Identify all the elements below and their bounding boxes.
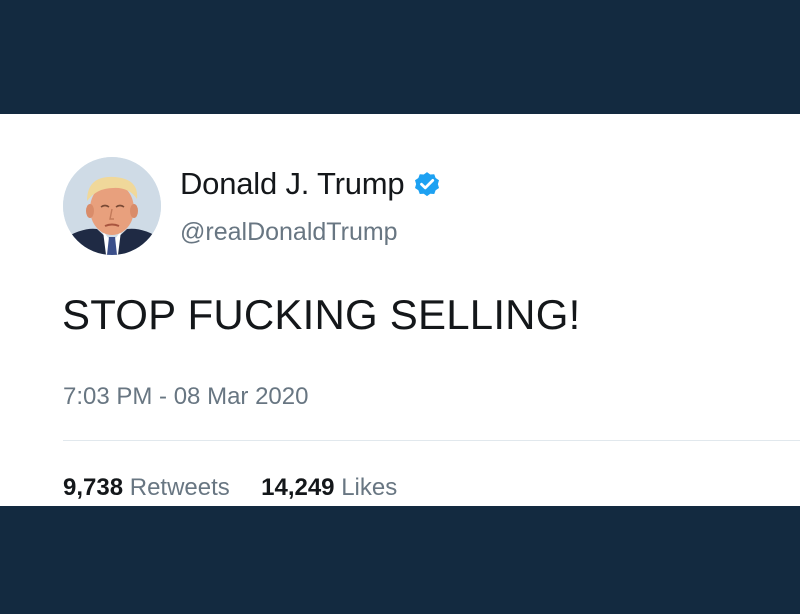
profile-photo-icon	[63, 157, 161, 255]
likes-count: 14,249	[261, 474, 335, 501]
retweets-stat[interactable]: 9,738 Retweets	[63, 474, 236, 501]
tweet-stats: 9,738 Retweets 14,249 Likes	[63, 474, 397, 502]
likes-stat[interactable]: 14,249 Likes	[261, 474, 397, 501]
divider	[63, 440, 800, 441]
tweet-text: STOP FUCKING SELLING!	[62, 291, 581, 338]
author-display-name[interactable]: Donald J. Trump	[180, 166, 405, 202]
author-name[interactable]: Donald J. Trump	[180, 166, 442, 202]
likes-label: Likes	[341, 474, 398, 501]
retweets-label: Retweets	[129, 474, 230, 501]
tweet-timestamp[interactable]: 7:03 PM - 08 Mar 2020	[63, 383, 308, 411]
avatar[interactable]	[63, 157, 161, 255]
retweets-count: 9,738	[63, 474, 124, 501]
tweet-card: Donald J. Trump @realDonaldTrump STOP FU…	[0, 114, 800, 506]
top-background-band	[0, 0, 800, 114]
author-handle[interactable]: @realDonaldTrump	[180, 218, 398, 247]
bottom-background-band	[0, 506, 800, 614]
verified-badge-icon	[412, 169, 442, 199]
